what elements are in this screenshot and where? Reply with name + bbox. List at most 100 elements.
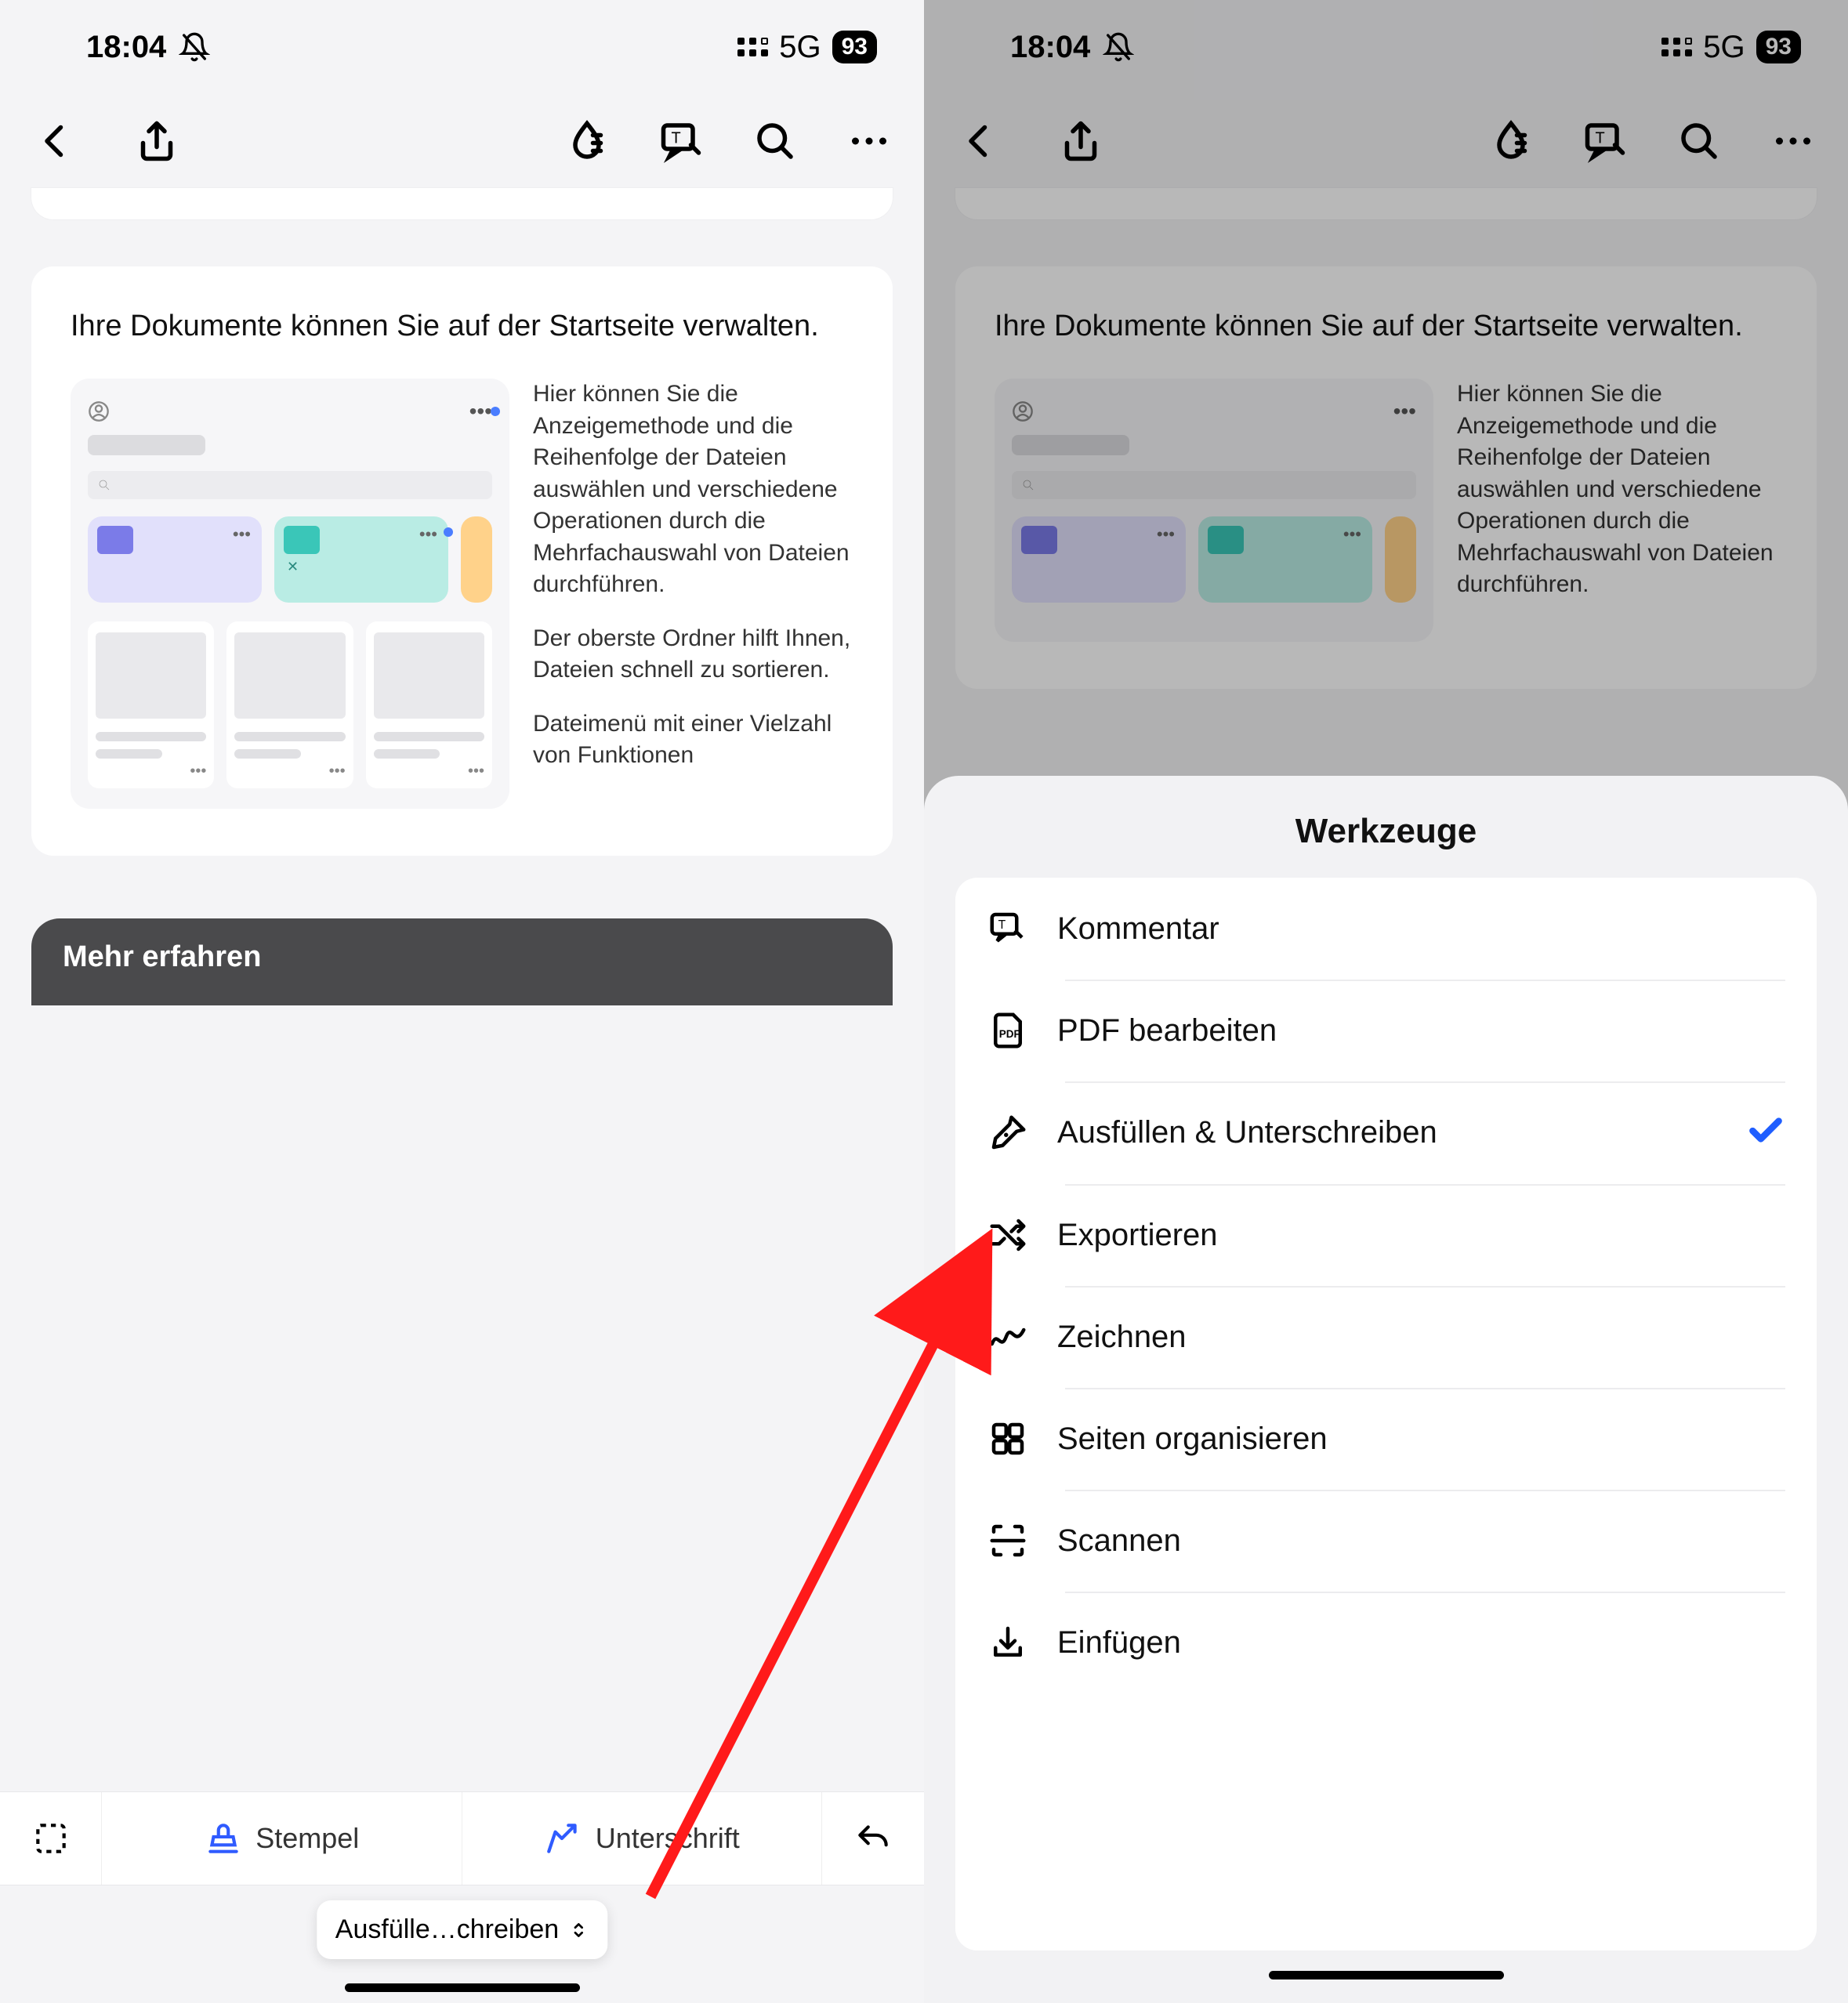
previous-card-edge [31,188,893,219]
tool-label: Kommentar [1057,911,1219,947]
left-screenshot: 18:04 5G 93 T Ihre Dokumente können Sie … [0,0,924,2003]
selection-tool-button[interactable] [0,1792,102,1885]
annotation-text: Dateimenü mit einer Vielzahl von Funktio… [533,708,853,772]
status-time: 18:04 [1010,30,1090,65]
tool-label: Exportieren [1057,1218,1218,1253]
ink-tool-button[interactable] [563,118,611,165]
current-mode-selector[interactable]: Ausfülle…chreiben [317,1900,607,1959]
tool-insert[interactable]: Einfügen [955,1592,1817,1693]
stamp-label: Stempel [255,1822,359,1855]
avatar-icon [1012,400,1034,422]
tool-scan[interactable]: Scannen [955,1490,1817,1592]
tool-label: Scannen [1057,1523,1181,1559]
learn-more-button[interactable]: Mehr erfahren [31,918,893,1005]
silent-mode-icon [1103,31,1134,63]
sheet-title: Werkzeuge [955,812,1817,851]
home-indicator [345,1983,580,1992]
top-toolbar: T [924,94,1848,188]
back-button[interactable] [955,118,1002,165]
home-screen-preview: ••• ••• ••• [995,379,1433,642]
signature-label: Unterschrift [596,1822,740,1855]
preview-more-icon: ••• [469,399,492,424]
preview-folder: ✕••• [274,516,448,603]
scribble-icon [987,1316,1029,1358]
signature-tool-button[interactable]: Unterschrift [462,1792,823,1885]
import-icon [987,1621,1029,1664]
comment-tool-button[interactable]: T [1582,118,1629,165]
title-placeholder [1012,435,1129,455]
tool-label: Seiten organisieren [1057,1422,1328,1457]
status-bar: 18:04 5G 93 [0,0,924,94]
svg-text:T: T [998,918,1006,932]
network-label: 5G [1703,30,1745,65]
tool-label: PDF bearbeiten [1057,1013,1277,1049]
comment-tool-button[interactable]: T [658,118,705,165]
battery-badge: 93 [832,31,877,63]
more-button[interactable] [1770,118,1817,165]
preview-document: ••• [88,621,214,788]
previous-card-edge [955,188,1817,219]
home-indicator [1269,1971,1504,1979]
silent-mode-icon [179,31,210,63]
tool-comment[interactable]: T Kommentar [955,878,1817,980]
stamp-tool-button[interactable]: Stempel [102,1792,462,1885]
grid-icon [987,1418,1029,1460]
ink-tool-button[interactable] [1487,118,1535,165]
home-screen-preview: ••• ••• ✕••• ••• ••• ••• [71,379,509,809]
tool-label: Einfügen [1057,1625,1181,1661]
title-placeholder [88,435,205,455]
share-button[interactable] [133,118,180,165]
annotation-text: Hier können Sie die Anzeigemethode und d… [533,379,853,601]
cellular-signal-icon [1661,38,1692,56]
tools-list: T Kommentar PDF PDF bearbeiten Ausfüllen… [955,878,1817,1950]
search-button[interactable] [752,118,799,165]
back-button[interactable] [31,118,78,165]
onboarding-card: Ihre Dokumente können Sie auf der Starts… [955,266,1817,689]
comment-icon: T [987,907,1029,950]
more-button[interactable] [846,118,893,165]
onboarding-title: Ihre Dokumente können Sie auf der Starts… [71,306,853,347]
tool-fill-sign[interactable]: Ausfüllen & Unterschreiben [955,1081,1817,1184]
onboarding-title: Ihre Dokumente können Sie auf der Starts… [995,306,1777,347]
onboarding-card: Ihre Dokumente können Sie auf der Starts… [31,266,893,856]
share-button[interactable] [1057,118,1104,165]
annotation-text: Der oberste Ordner hilft Ihnen, Dateien … [533,623,853,686]
fill-sign-toolbar: Stempel Unterschrift [0,1791,924,1885]
network-label: 5G [779,30,821,65]
svg-text:T: T [672,130,681,147]
right-screenshot: 18:04 5G 93 T Ihre Dokumente können Sie … [924,0,1848,2003]
search-placeholder-icon [88,471,492,499]
pdf-icon: PDF [987,1009,1029,1052]
preview-folder [1385,516,1416,603]
tool-label: Ausfüllen & Unterschreiben [1057,1115,1437,1150]
tool-label: Zeichnen [1057,1320,1187,1355]
tool-organize-pages[interactable]: Seiten organisieren [955,1388,1817,1490]
preview-folder: ••• [1012,516,1186,603]
svg-text:T: T [1596,130,1605,147]
preview-document: ••• [366,621,492,788]
tool-draw[interactable]: Zeichnen [955,1286,1817,1388]
search-placeholder-icon [1012,471,1416,499]
top-toolbar: T [0,94,924,188]
preview-document: ••• [226,621,353,788]
scan-icon [987,1519,1029,1562]
battery-badge: 93 [1756,31,1801,63]
tool-edit-pdf[interactable]: PDF PDF bearbeiten [955,980,1817,1081]
preview-folder [461,516,492,603]
checkmark-icon [1746,1111,1785,1154]
undo-button[interactable] [822,1792,924,1885]
chevron-up-down-icon [568,1918,589,1942]
cellular-signal-icon [737,38,768,56]
tool-export[interactable]: Exportieren [955,1184,1817,1286]
preview-folder: ••• [88,516,262,603]
preview-folder: ••• [1198,516,1372,603]
mode-label: Ausfülle…chreiben [335,1914,559,1945]
preview-more-icon: ••• [1393,399,1416,424]
annotation-text: Hier können Sie die Anzeigemethode und d… [1457,379,1777,601]
status-bar: 18:04 5G 93 [924,0,1848,94]
search-button[interactable] [1676,118,1723,165]
svg-text:PDF: PDF [999,1028,1020,1040]
avatar-icon [88,400,110,422]
tools-sheet: Werkzeuge T Kommentar PDF PDF bearbeiten… [924,776,1848,2003]
status-time: 18:04 [86,30,166,65]
